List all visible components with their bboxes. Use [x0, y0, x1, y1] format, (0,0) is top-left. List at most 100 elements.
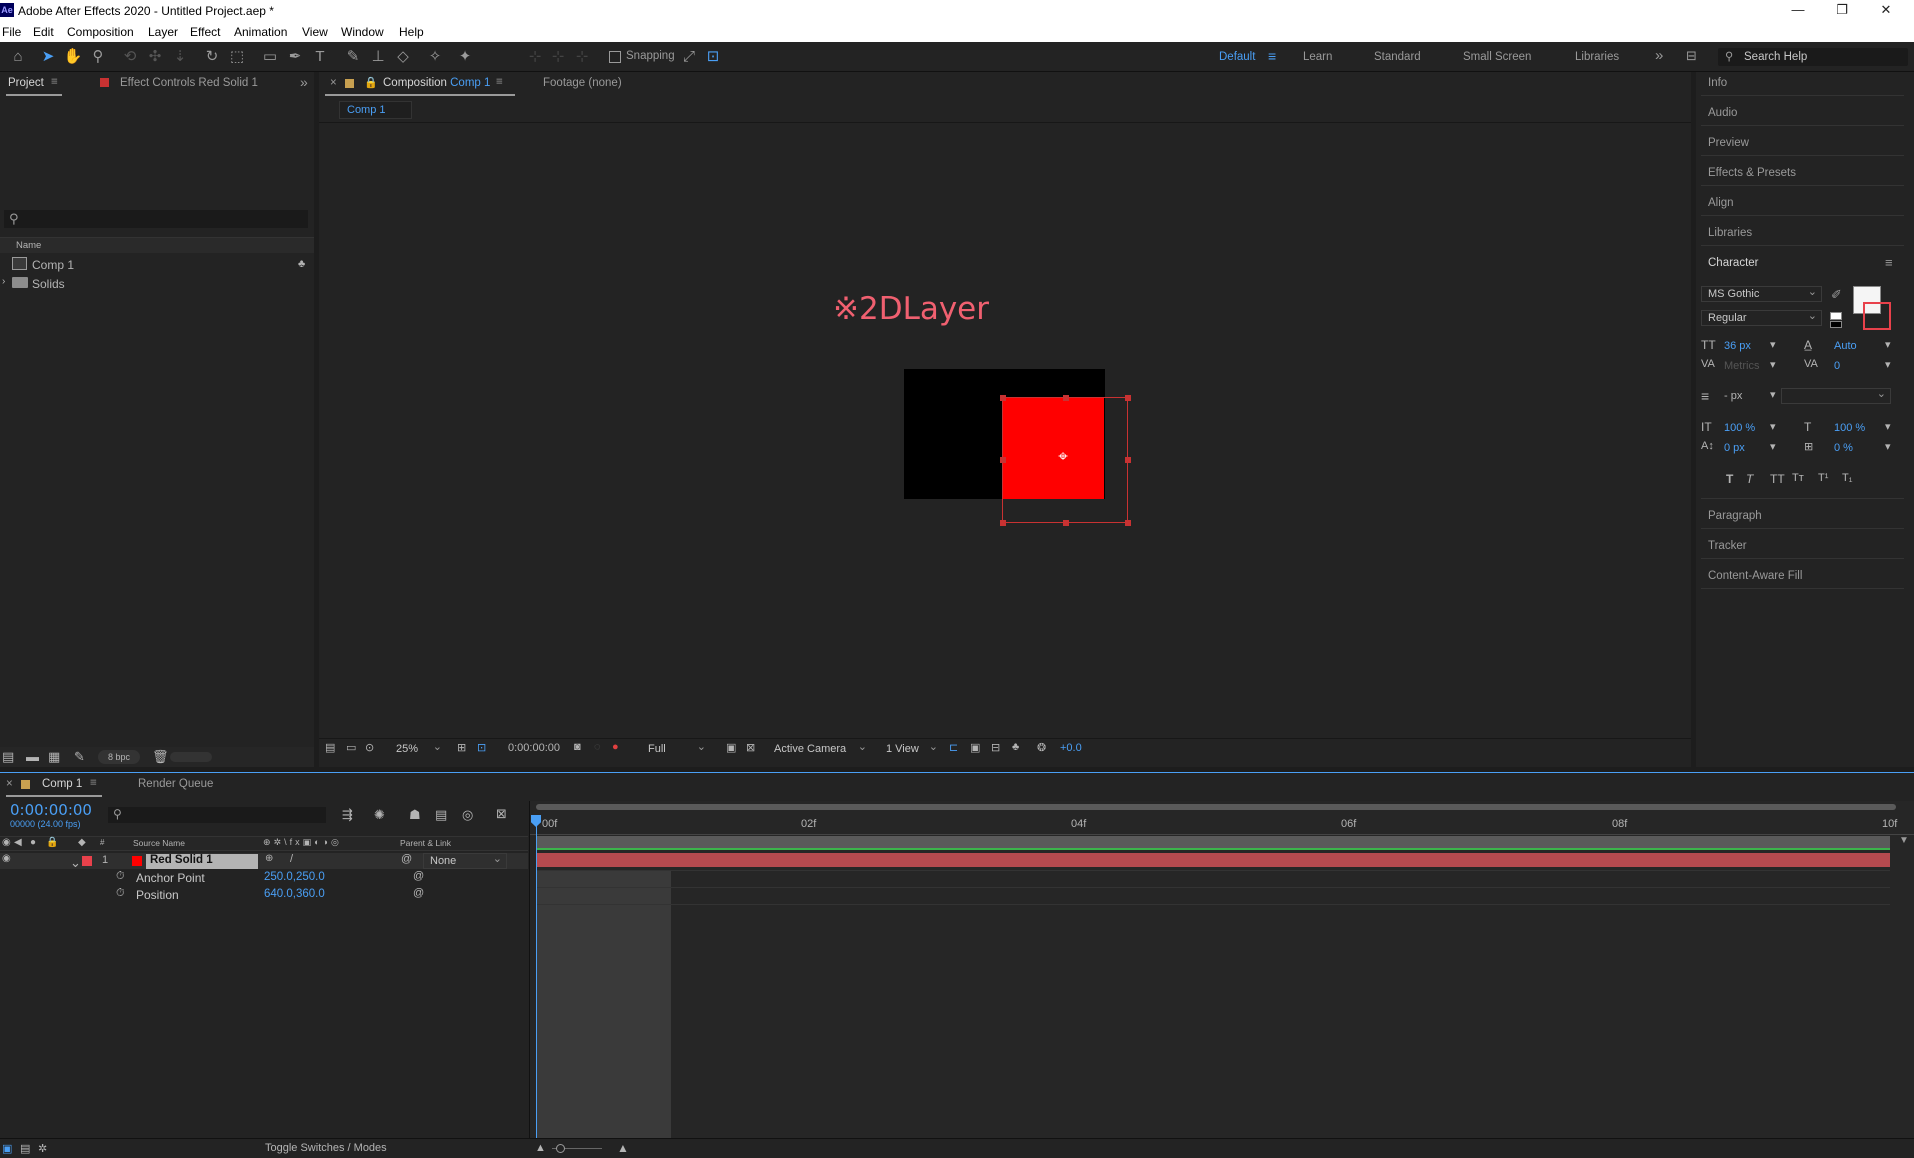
transform-handle[interactable]: [1125, 457, 1131, 463]
project-zoom-slider[interactable]: [170, 752, 212, 762]
horizontal-scale-value[interactable]: 100 %: [1834, 422, 1865, 434]
pickwhip-icon[interactable]: @: [401, 853, 412, 865]
menu-view[interactable]: View: [302, 25, 328, 39]
draft-3d-icon[interactable]: ✺: [374, 807, 385, 823]
menu-help[interactable]: Help: [399, 25, 424, 39]
chevron-down-icon[interactable]: ⌄: [70, 855, 81, 871]
quality-switch-icon[interactable]: /: [290, 853, 293, 865]
font-size-value[interactable]: 36 px: [1724, 340, 1751, 352]
vr-icon[interactable]: ⊙: [365, 741, 374, 754]
menu-layer[interactable]: Layer: [148, 25, 178, 39]
solo-icon[interactable]: ●: [30, 837, 36, 848]
tracker-panel-header[interactable]: Tracker: [1708, 540, 1747, 552]
puppet-pin-tool-icon[interactable]: ✦: [455, 47, 475, 67]
flowchart-icon[interactable]: ♣: [1012, 741, 1019, 753]
eraser-tool-icon[interactable]: ◇: [393, 47, 413, 67]
pen-tool-icon[interactable]: ✒: [285, 47, 305, 67]
fast-previews-icon[interactable]: ▣: [970, 741, 980, 754]
time-ruler[interactable]: 00f 02f 04f 06f 08f 10f: [530, 815, 1914, 835]
lock-icon[interactable]: 🔒: [364, 76, 378, 89]
resolution-dropdown[interactable]: Full: [641, 740, 711, 757]
adjust-settings-icon[interactable]: ✎: [74, 749, 85, 765]
transform-handle[interactable]: [1125, 395, 1131, 401]
minimize-button[interactable]: —: [1778, 2, 1818, 20]
subscript-icon[interactable]: T₁: [1842, 472, 1852, 484]
anchor-point-icon[interactable]: ⌖: [1054, 448, 1072, 466]
zoom-dropdown[interactable]: 25%: [389, 740, 447, 757]
zoom-out-icon[interactable]: ▲: [535, 1142, 546, 1154]
font-family-dropdown[interactable]: MS Gothic: [1701, 285, 1822, 302]
menu-window[interactable]: Window: [341, 25, 384, 39]
interpret-footage-icon[interactable]: ▤: [2, 749, 14, 765]
paragraph-panel-header[interactable]: Paragraph: [1708, 510, 1762, 522]
new-composition-icon[interactable]: ▦: [48, 749, 60, 765]
content-aware-fill-panel-header[interactable]: Content-Aware Fill: [1708, 570, 1802, 582]
workspace-standard[interactable]: Standard: [1374, 51, 1421, 63]
list-item[interactable]: Comp 1 ♣: [0, 256, 314, 274]
region-icon[interactable]: ⊞: [457, 741, 466, 754]
effects-presets-panel-header[interactable]: Effects & Presets: [1708, 167, 1796, 179]
chevron-down-icon[interactable]: ▾: [1770, 420, 1776, 433]
transform-handle[interactable]: [1000, 395, 1006, 401]
tab-project[interactable]: Project: [8, 77, 44, 89]
character-panel-header[interactable]: Character: [1708, 257, 1759, 269]
toggle-transparency-icon[interactable]: ⊠: [746, 741, 755, 754]
menu-composition[interactable]: Composition: [67, 25, 134, 39]
tab-effect-controls[interactable]: Effect Controls Red Solid 1: [120, 77, 258, 89]
panel-overflow-icon[interactable]: »: [300, 74, 308, 90]
composition-viewer[interactable]: ※2DLayer ⌖: [319, 123, 1691, 738]
vertical-scale-value[interactable]: 100 %: [1724, 422, 1755, 434]
timeline-timecode[interactable]: 0:00:00:00: [10, 801, 92, 819]
toggle-switches-modes-button[interactable]: Toggle Switches / Modes: [265, 1142, 387, 1154]
maximize-button[interactable]: ❐: [1822, 2, 1862, 20]
exposure-value[interactable]: +0.0: [1060, 742, 1082, 754]
render-time-icon[interactable]: ✲: [38, 1142, 47, 1155]
expression-pickwhip-icon[interactable]: @: [413, 887, 424, 899]
viewer-timecode[interactable]: 0:00:00:00: [508, 742, 560, 754]
zoom-in-icon[interactable]: ▲: [617, 1141, 629, 1155]
zoom-slider-knob[interactable]: [556, 1144, 565, 1153]
more-workspaces-icon[interactable]: »: [1655, 47, 1663, 64]
snap-edges-icon[interactable]: ⤢: [679, 47, 699, 67]
roi-icon[interactable]: ▣: [726, 741, 736, 754]
align-panel-header[interactable]: Align: [1708, 197, 1734, 209]
menu-edit[interactable]: Edit: [33, 25, 54, 39]
show-snapshot-icon[interactable]: ◌: [594, 741, 601, 753]
bpc-button[interactable]: 8 bpc: [98, 750, 140, 764]
tab-composition[interactable]: Composition Comp 1: [383, 77, 490, 89]
timeline-menu-icon[interactable]: ≡: [90, 777, 97, 789]
tsume-value[interactable]: 0 %: [1834, 442, 1853, 454]
chevron-down-icon[interactable]: ▾: [1885, 420, 1891, 433]
comp-breadcrumb[interactable]: Comp 1: [339, 101, 412, 119]
menu-effect[interactable]: Effect: [190, 25, 220, 39]
chevron-down-icon[interactable]: ▾: [1885, 358, 1891, 371]
graph-editor-icon[interactable]: ⊠: [496, 806, 507, 822]
flowchart-icon[interactable]: ♣: [298, 258, 305, 270]
reset-exposure-icon[interactable]: ❂: [1037, 741, 1046, 754]
superscript-icon[interactable]: T¹: [1818, 472, 1828, 484]
search-help-input[interactable]: ⚲ Search Help: [1718, 48, 1908, 66]
faux-italic-icon[interactable]: T: [1746, 472, 1753, 486]
snapping-checkbox[interactable]: [609, 51, 621, 63]
list-item[interactable]: › Solids: [0, 275, 314, 293]
position-value[interactable]: 640.0,360.0: [264, 888, 325, 900]
shy-layers-icon[interactable]: ☗: [409, 807, 421, 823]
workspace-small-screen[interactable]: Small Screen: [1463, 51, 1531, 63]
label-color-swatch[interactable]: [82, 856, 92, 866]
faux-bold-icon[interactable]: T: [1726, 472, 1733, 486]
tracking-value[interactable]: 0: [1834, 360, 1840, 372]
comp-mini-flowchart-icon[interactable]: ⇶: [342, 807, 353, 823]
stopwatch-icon[interactable]: ⏱: [116, 887, 125, 900]
workspace-learn[interactable]: Learn: [1303, 51, 1332, 63]
always-preview-icon[interactable]: ▤: [325, 741, 335, 754]
camera-dropdown[interactable]: Active Camera: [767, 740, 872, 757]
audio-panel-header[interactable]: Audio: [1708, 107, 1737, 119]
eye-icon[interactable]: ◉: [2, 837, 11, 848]
snap-features-icon[interactable]: ⊡: [703, 47, 723, 67]
timeline-search-input[interactable]: ⚲: [108, 807, 326, 823]
layer-name[interactable]: Red Solid 1: [146, 854, 258, 869]
tab-footage[interactable]: Footage (none): [543, 77, 622, 89]
expression-pickwhip-icon[interactable]: @: [413, 870, 424, 882]
snapshot-icon[interactable]: ◙: [574, 741, 581, 753]
character-menu-icon[interactable]: ≡: [1885, 255, 1893, 270]
